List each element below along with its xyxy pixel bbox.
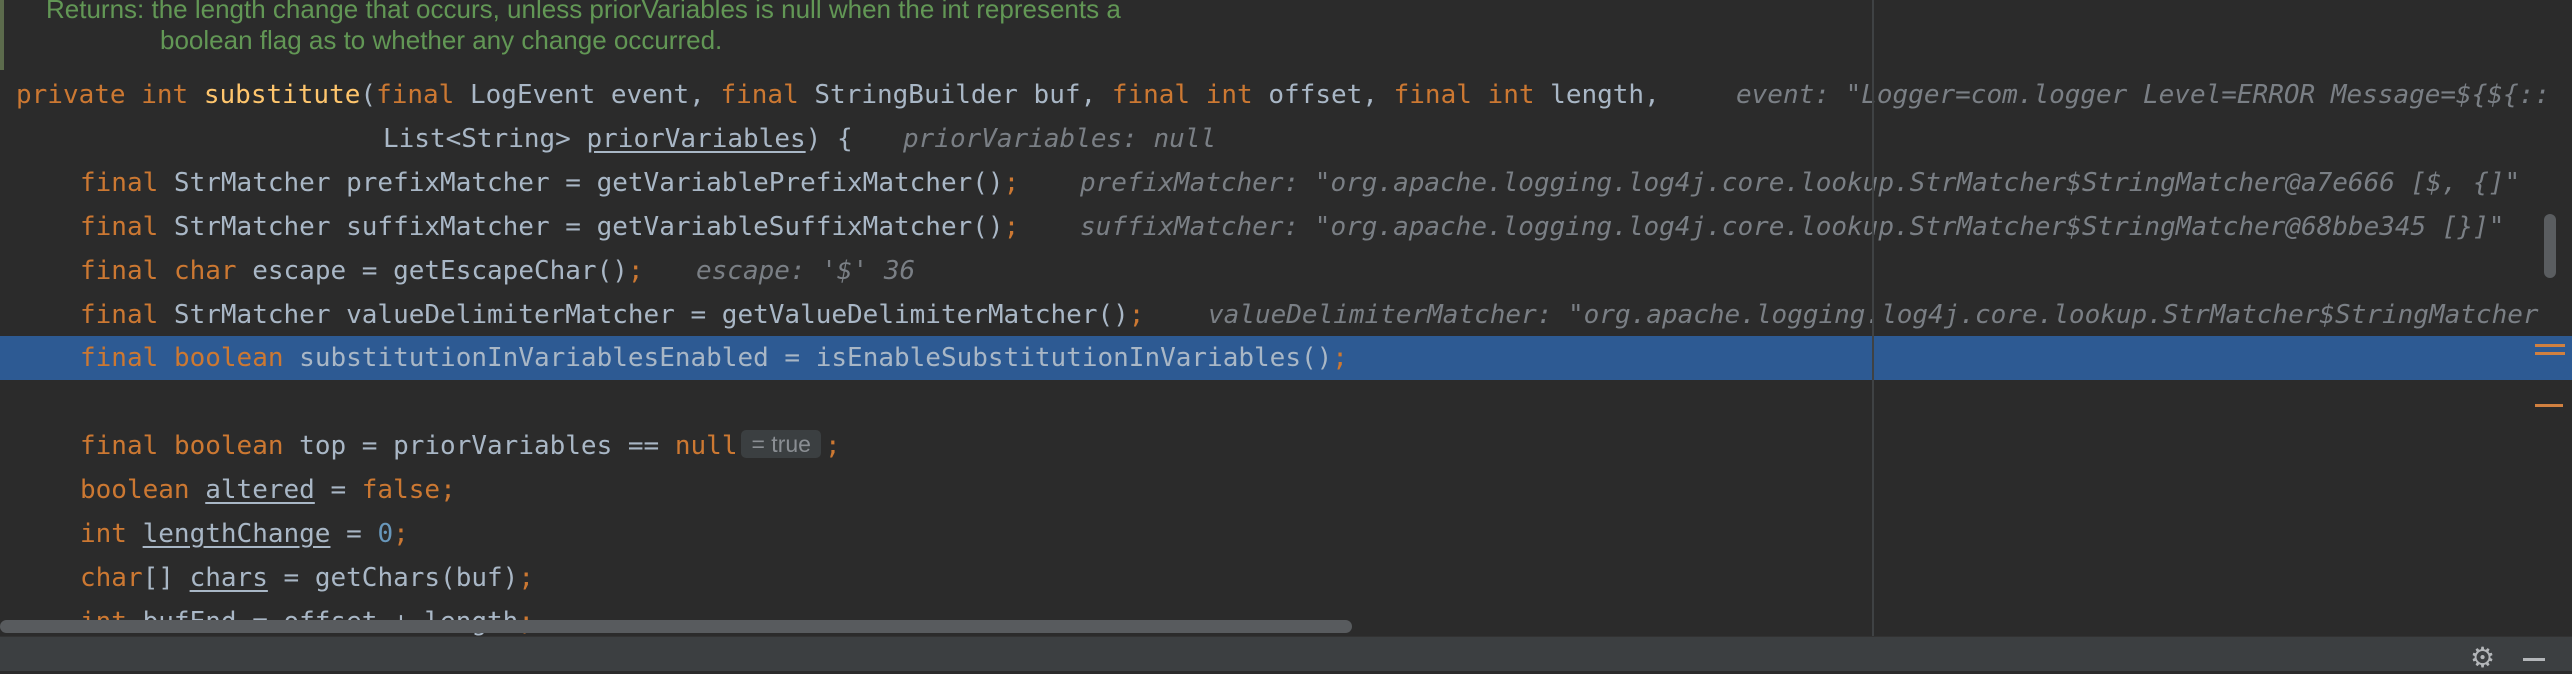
error-stripe-mark[interactable]	[2535, 344, 2565, 347]
code-line-suffix-matcher[interactable]: final StrMatcher suffixMatcher = getVari…	[0, 205, 2572, 249]
code-line-selected[interactable]: final boolean substitutionInVariablesEna…	[0, 336, 2572, 380]
code-text: final StrMatcher valueDelimiterMatcher =…	[80, 300, 1145, 330]
inline-value-hint: prefixMatcher: "org.apache.logging.log4j…	[1080, 168, 2521, 198]
code-line-signature-cont[interactable]: List<String> priorVariables) { priorVari…	[0, 117, 2572, 161]
code-text: final boolean substitutionInVariablesEna…	[80, 343, 1348, 373]
code-line-top[interactable]: final boolean top = priorVariables == nu…	[0, 424, 2572, 468]
error-stripe-mark[interactable]	[2535, 352, 2565, 355]
code-text: final boolean top = priorVariables == nu…	[80, 430, 841, 461]
code-line-value-delimiter[interactable]: final StrMatcher valueDelimiterMatcher =…	[0, 293, 2572, 337]
code-text: private int substitute(final LogEvent ev…	[16, 80, 1660, 110]
code-editor[interactable]: Returns: the length change that occurs, …	[0, 0, 2572, 636]
inline-value-chip: = true	[741, 430, 821, 458]
code-line-signature[interactable]: private int substitute(final LogEvent ev…	[0, 73, 2572, 117]
doc-comment: Returns: the length change that occurs, …	[0, 0, 1884, 70]
gear-icon[interactable]: ⚙	[2470, 644, 2495, 672]
vertical-scrollbar-thumb[interactable]	[2544, 214, 2556, 278]
horizontal-scrollbar-thumb[interactable]	[0, 620, 1352, 633]
code-text: int lengthChange = 0;	[80, 519, 409, 549]
code-text: final char escape = getEscapeChar();	[80, 256, 644, 286]
method-name: substitute	[203, 80, 361, 110]
code-line-chars[interactable]: char[] chars = getChars(buf);	[0, 556, 2572, 600]
doc-comment-line-1: Returns: the length change that occurs, …	[46, 0, 1121, 24]
code-line-altered[interactable]: boolean altered = false;	[0, 468, 2572, 512]
inline-value-hint: event: "Logger=com.logger Level=ERROR Me…	[1736, 80, 2550, 110]
inline-value-hint: suffixMatcher: "org.apache.logging.log4j…	[1080, 212, 2505, 242]
bottom-toolbar	[0, 636, 2572, 671]
inline-value-hint: priorVariables: null	[903, 124, 1217, 154]
error-stripe-mark[interactable]	[2535, 404, 2563, 407]
right-margin-guide	[1872, 0, 1874, 636]
inline-value-hint: escape: '$' 36	[696, 256, 916, 286]
code-line-length-change[interactable]: int lengthChange = 0;	[0, 512, 2572, 556]
code-line-escape[interactable]: final char escape = getEscapeChar(); esc…	[0, 249, 2572, 293]
code-text: List<String> priorVariables) {	[383, 124, 853, 154]
minus-icon[interactable]	[2523, 658, 2545, 661]
code-text: final StrMatcher prefixMatcher = getVari…	[80, 168, 1020, 198]
code-text: final StrMatcher suffixMatcher = getVari…	[80, 212, 1020, 242]
code-text: char[] chars = getChars(buf);	[80, 563, 534, 593]
code-line-prefix-matcher[interactable]: final StrMatcher prefixMatcher = getVari…	[0, 161, 2572, 205]
code-text: boolean altered = false;	[80, 475, 456, 505]
doc-comment-line-2: boolean flag as to whether any change oc…	[160, 25, 723, 55]
